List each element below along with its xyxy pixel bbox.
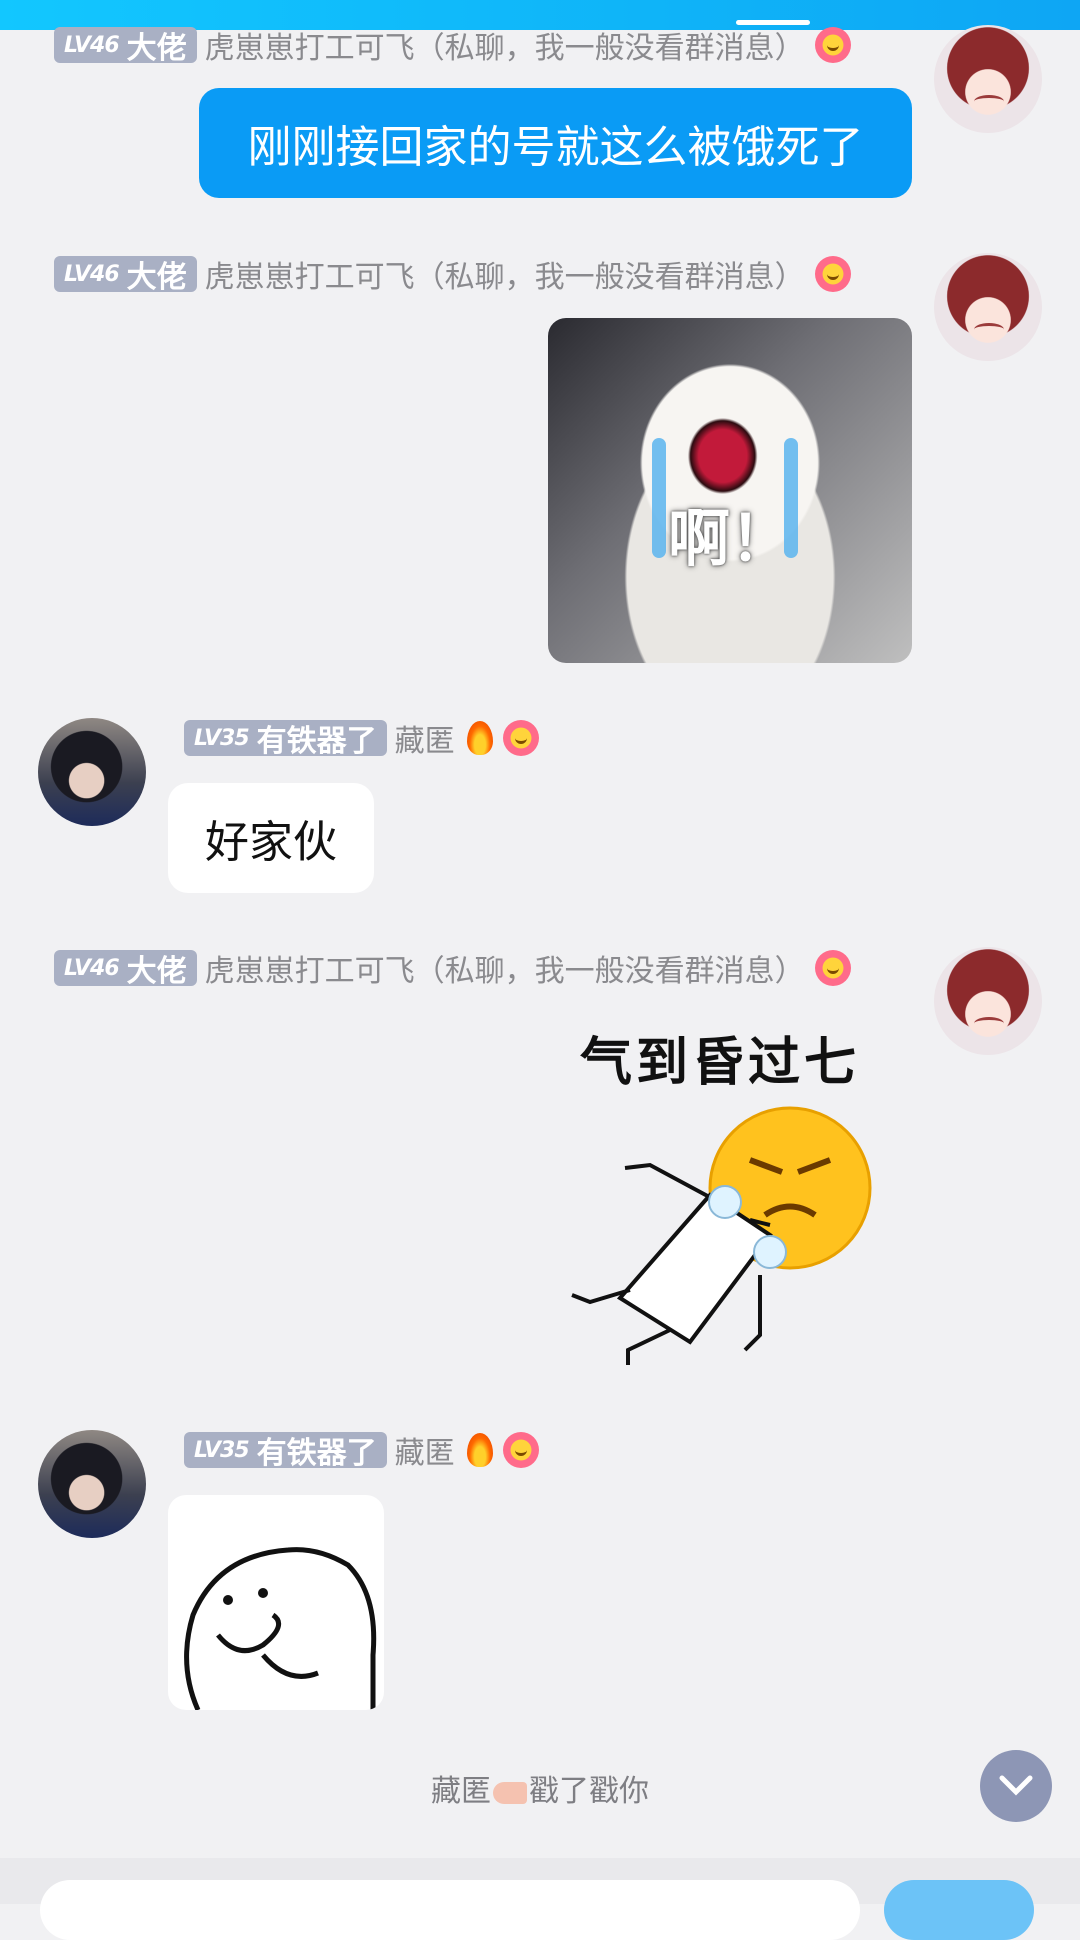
level-number: LV35: [194, 725, 250, 751]
level-title: 有铁器了: [256, 1436, 377, 1471]
flower-emoji-icon: [814, 256, 851, 292]
my-avatar[interactable]: [934, 25, 1042, 133]
message-header: LV35 有铁器了 藏匿: [184, 716, 539, 760]
level-number: LV46: [64, 955, 120, 981]
sticker-caption: 啊！: [667, 502, 792, 575]
flower-emoji-icon: [814, 950, 851, 986]
flower-emoji-icon: [814, 27, 851, 63]
doodle-sticker[interactable]: [168, 1495, 384, 1710]
level-number: LV35: [194, 1437, 250, 1463]
thinking-doodle-drawing: [184, 1547, 377, 1710]
level-title: 有铁器了: [256, 724, 377, 759]
level-title: 大佬: [126, 954, 187, 989]
crying-cat-sticker[interactable]: 啊！: [548, 318, 912, 663]
poke-notification: 藏匿 戳了戳你: [0, 1766, 1080, 1810]
message-input[interactable]: [40, 1880, 860, 1940]
scroll-to-bottom-button[interactable]: [980, 1750, 1052, 1822]
flower-emoji-icon: [502, 720, 539, 756]
sender-nickname[interactable]: 虎崽崽打工可飞（私聊，我一般没看群消息）: [205, 946, 805, 990]
flower-emoji-icon: [502, 1432, 539, 1468]
sender-nickname[interactable]: 虎崽崽打工可飞（私聊，我一般没看群消息）: [205, 23, 805, 67]
message-header: LV46 大佬 虎崽崽打工可飞（私聊，我一般没看群消息）: [54, 252, 851, 296]
level-title: 大佬: [126, 260, 187, 295]
message-text: 刚刚接回家的号就这么被饿死了: [247, 122, 864, 173]
send-button[interactable]: [884, 1880, 1034, 1940]
fire-emoji-icon: [466, 1433, 493, 1467]
level-badge: LV46 大佬: [54, 950, 197, 989]
fire-emoji-icon: [466, 721, 493, 755]
level-badge: LV35 有铁器了: [184, 720, 387, 759]
level-number: LV46: [64, 32, 120, 58]
level-badge: LV46 大佬: [54, 27, 197, 66]
level-title: 大佬: [126, 31, 187, 66]
message-bubble[interactable]: 好家伙: [168, 783, 374, 893]
message-input-area: [0, 1858, 1080, 1940]
level-badge: LV35 有铁器了: [184, 1432, 387, 1471]
message-header: LV46 大佬 虎崽崽打工可飞（私聊，我一般没看群消息）: [54, 23, 851, 67]
sender-nickname[interactable]: 藏匿: [395, 716, 455, 760]
message-bubble[interactable]: 刚刚接回家的号就这么被饿死了: [199, 88, 912, 198]
level-badge: LV46 大佬: [54, 256, 197, 295]
angry-face-sticker[interactable]: 气到昏过七: [560, 1020, 900, 1370]
my-avatar[interactable]: [934, 253, 1042, 361]
pointing-hand-icon: [493, 1781, 527, 1804]
sender-avatar[interactable]: [38, 718, 146, 826]
message-header: LV46 大佬 虎崽崽打工可飞（私聊，我一般没看群消息）: [54, 946, 851, 990]
sender-nickname[interactable]: 藏匿: [395, 1428, 455, 1472]
poke-actor[interactable]: 藏匿: [431, 1774, 491, 1809]
angry-stickman-drawing: [571, 1106, 872, 1365]
message-text: 好家伙: [205, 817, 337, 868]
my-avatar[interactable]: [934, 947, 1042, 1055]
poke-action: 戳了戳你: [529, 1774, 649, 1809]
level-number: LV46: [64, 261, 120, 287]
chevron-down-icon: [999, 1775, 1033, 1796]
sender-avatar[interactable]: [38, 1430, 146, 1538]
sender-nickname[interactable]: 虎崽崽打工可飞（私聊，我一般没看群消息）: [205, 252, 805, 296]
message-header: LV35 有铁器了 藏匿: [184, 1428, 539, 1472]
